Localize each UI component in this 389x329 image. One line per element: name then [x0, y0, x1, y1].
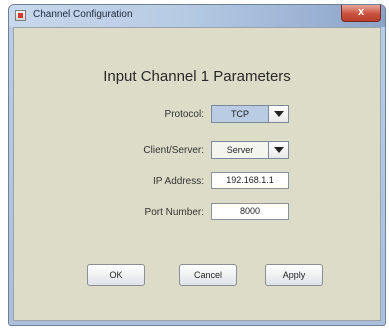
port-number-label: Port Number:	[144, 207, 204, 218]
port-number-input[interactable]: 8000	[211, 203, 289, 220]
client-server-value: Server	[226, 145, 254, 155]
cancel-button[interactable]: Cancel	[179, 264, 237, 286]
chevron-down-icon[interactable]	[268, 106, 288, 122]
dialog-content: Input Channel 1 Parameters Protocol: TCP…	[13, 27, 381, 321]
protocol-select[interactable]: TCP	[211, 105, 289, 123]
protocol-label: Protocol:	[164, 109, 204, 120]
channel-configuration-window: Channel Configuration x Input Channel 1 …	[8, 4, 386, 326]
client-server-label: Client/Server:	[143, 145, 204, 156]
ip-address-label: IP Address:	[153, 176, 204, 187]
client-server-select[interactable]: Server	[211, 141, 289, 159]
ip-address-input[interactable]: 192.168.1.1	[211, 172, 289, 189]
title-bar[interactable]: Channel Configuration x	[9, 5, 385, 27]
close-button[interactable]: x	[341, 5, 381, 22]
window-title: Channel Configuration	[33, 9, 133, 20]
chevron-down-icon[interactable]	[268, 142, 288, 158]
app-icon	[15, 10, 26, 21]
apply-button[interactable]: Apply	[265, 264, 323, 286]
protocol-value: TCP	[231, 109, 249, 119]
page-title: Input Channel 1 Parameters	[103, 68, 291, 85]
ok-button[interactable]: OK	[87, 264, 145, 286]
